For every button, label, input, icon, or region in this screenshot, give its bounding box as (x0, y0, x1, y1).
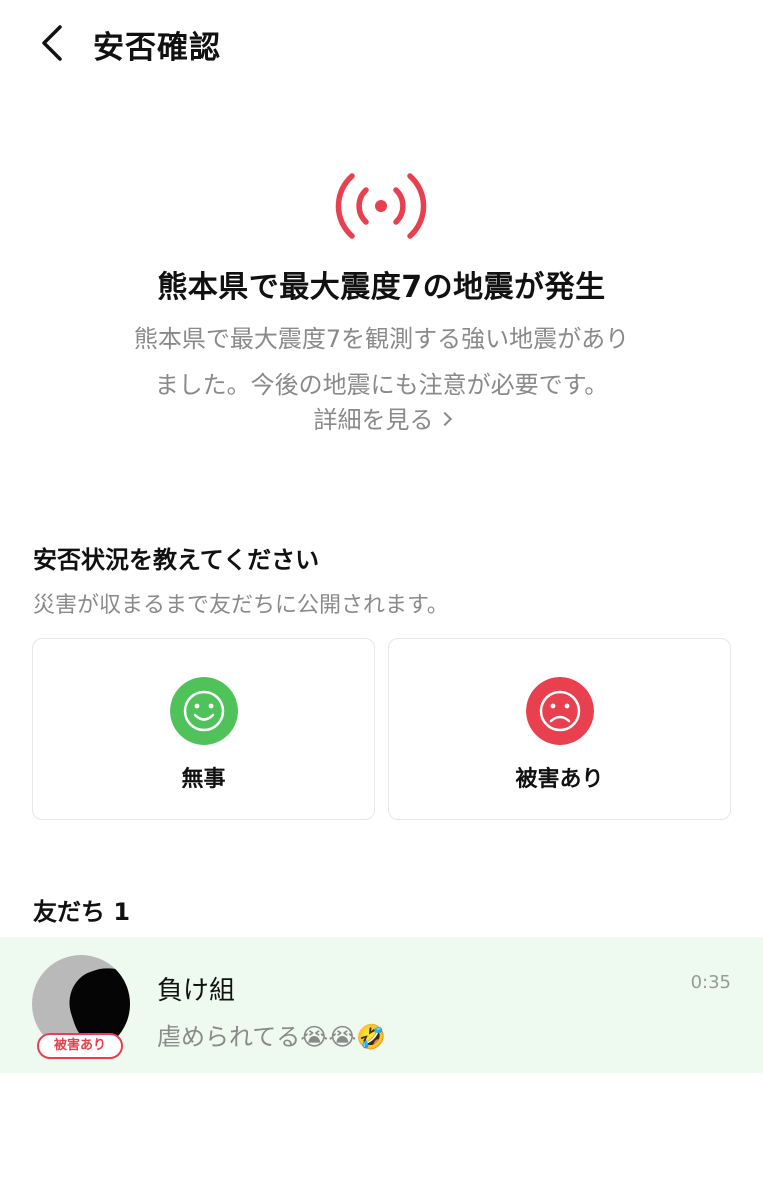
alert-title: 熊本県で最大震度7の地震が発生 (157, 270, 606, 305)
friend-list-item[interactable]: 被害あり 負け組 虐められてる😭😭🤣 0:35 (0, 937, 763, 1073)
alert-description-line: 熊本県で最大震度7を観測する強い地震があり (133, 325, 630, 353)
sad-face-icon (525, 677, 594, 745)
safe-button[interactable]: 無事 (32, 638, 375, 820)
alert-description: 熊本県で最大震度7を観測する強い地震があり ました。今後の地震にも注意が必要です… (80, 316, 683, 408)
detail-link[interactable]: 詳細を見る (0, 400, 763, 435)
damage-button[interactable]: 被害あり (388, 638, 731, 820)
back-button[interactable] (30, 18, 74, 68)
damage-button-label: 被害あり (515, 767, 604, 792)
header: 安否確認 (0, 0, 763, 90)
smile-face-icon (169, 677, 238, 745)
chevron-left-icon (42, 25, 62, 61)
friend-timestamp: 0:35 (690, 972, 731, 993)
status-section-title: 安否状況を教えてください (33, 546, 320, 574)
friend-status-message: 虐められてる😭😭🤣 (157, 1023, 387, 1051)
page-title: 安否確認 (93, 30, 221, 66)
damage-status-badge: 被害あり (37, 1033, 123, 1059)
chevron-right-icon (437, 411, 452, 427)
friend-name: 負け組 (157, 976, 236, 1006)
detail-link-label: 詳細を見る (313, 406, 434, 434)
broadcast-signal-icon (335, 173, 427, 239)
status-section-subtitle: 災害が収まるまで友だちに公開されます。 (33, 593, 449, 618)
friends-section-title: 友だち 1 (33, 898, 131, 926)
safe-button-label: 無事 (181, 767, 226, 792)
